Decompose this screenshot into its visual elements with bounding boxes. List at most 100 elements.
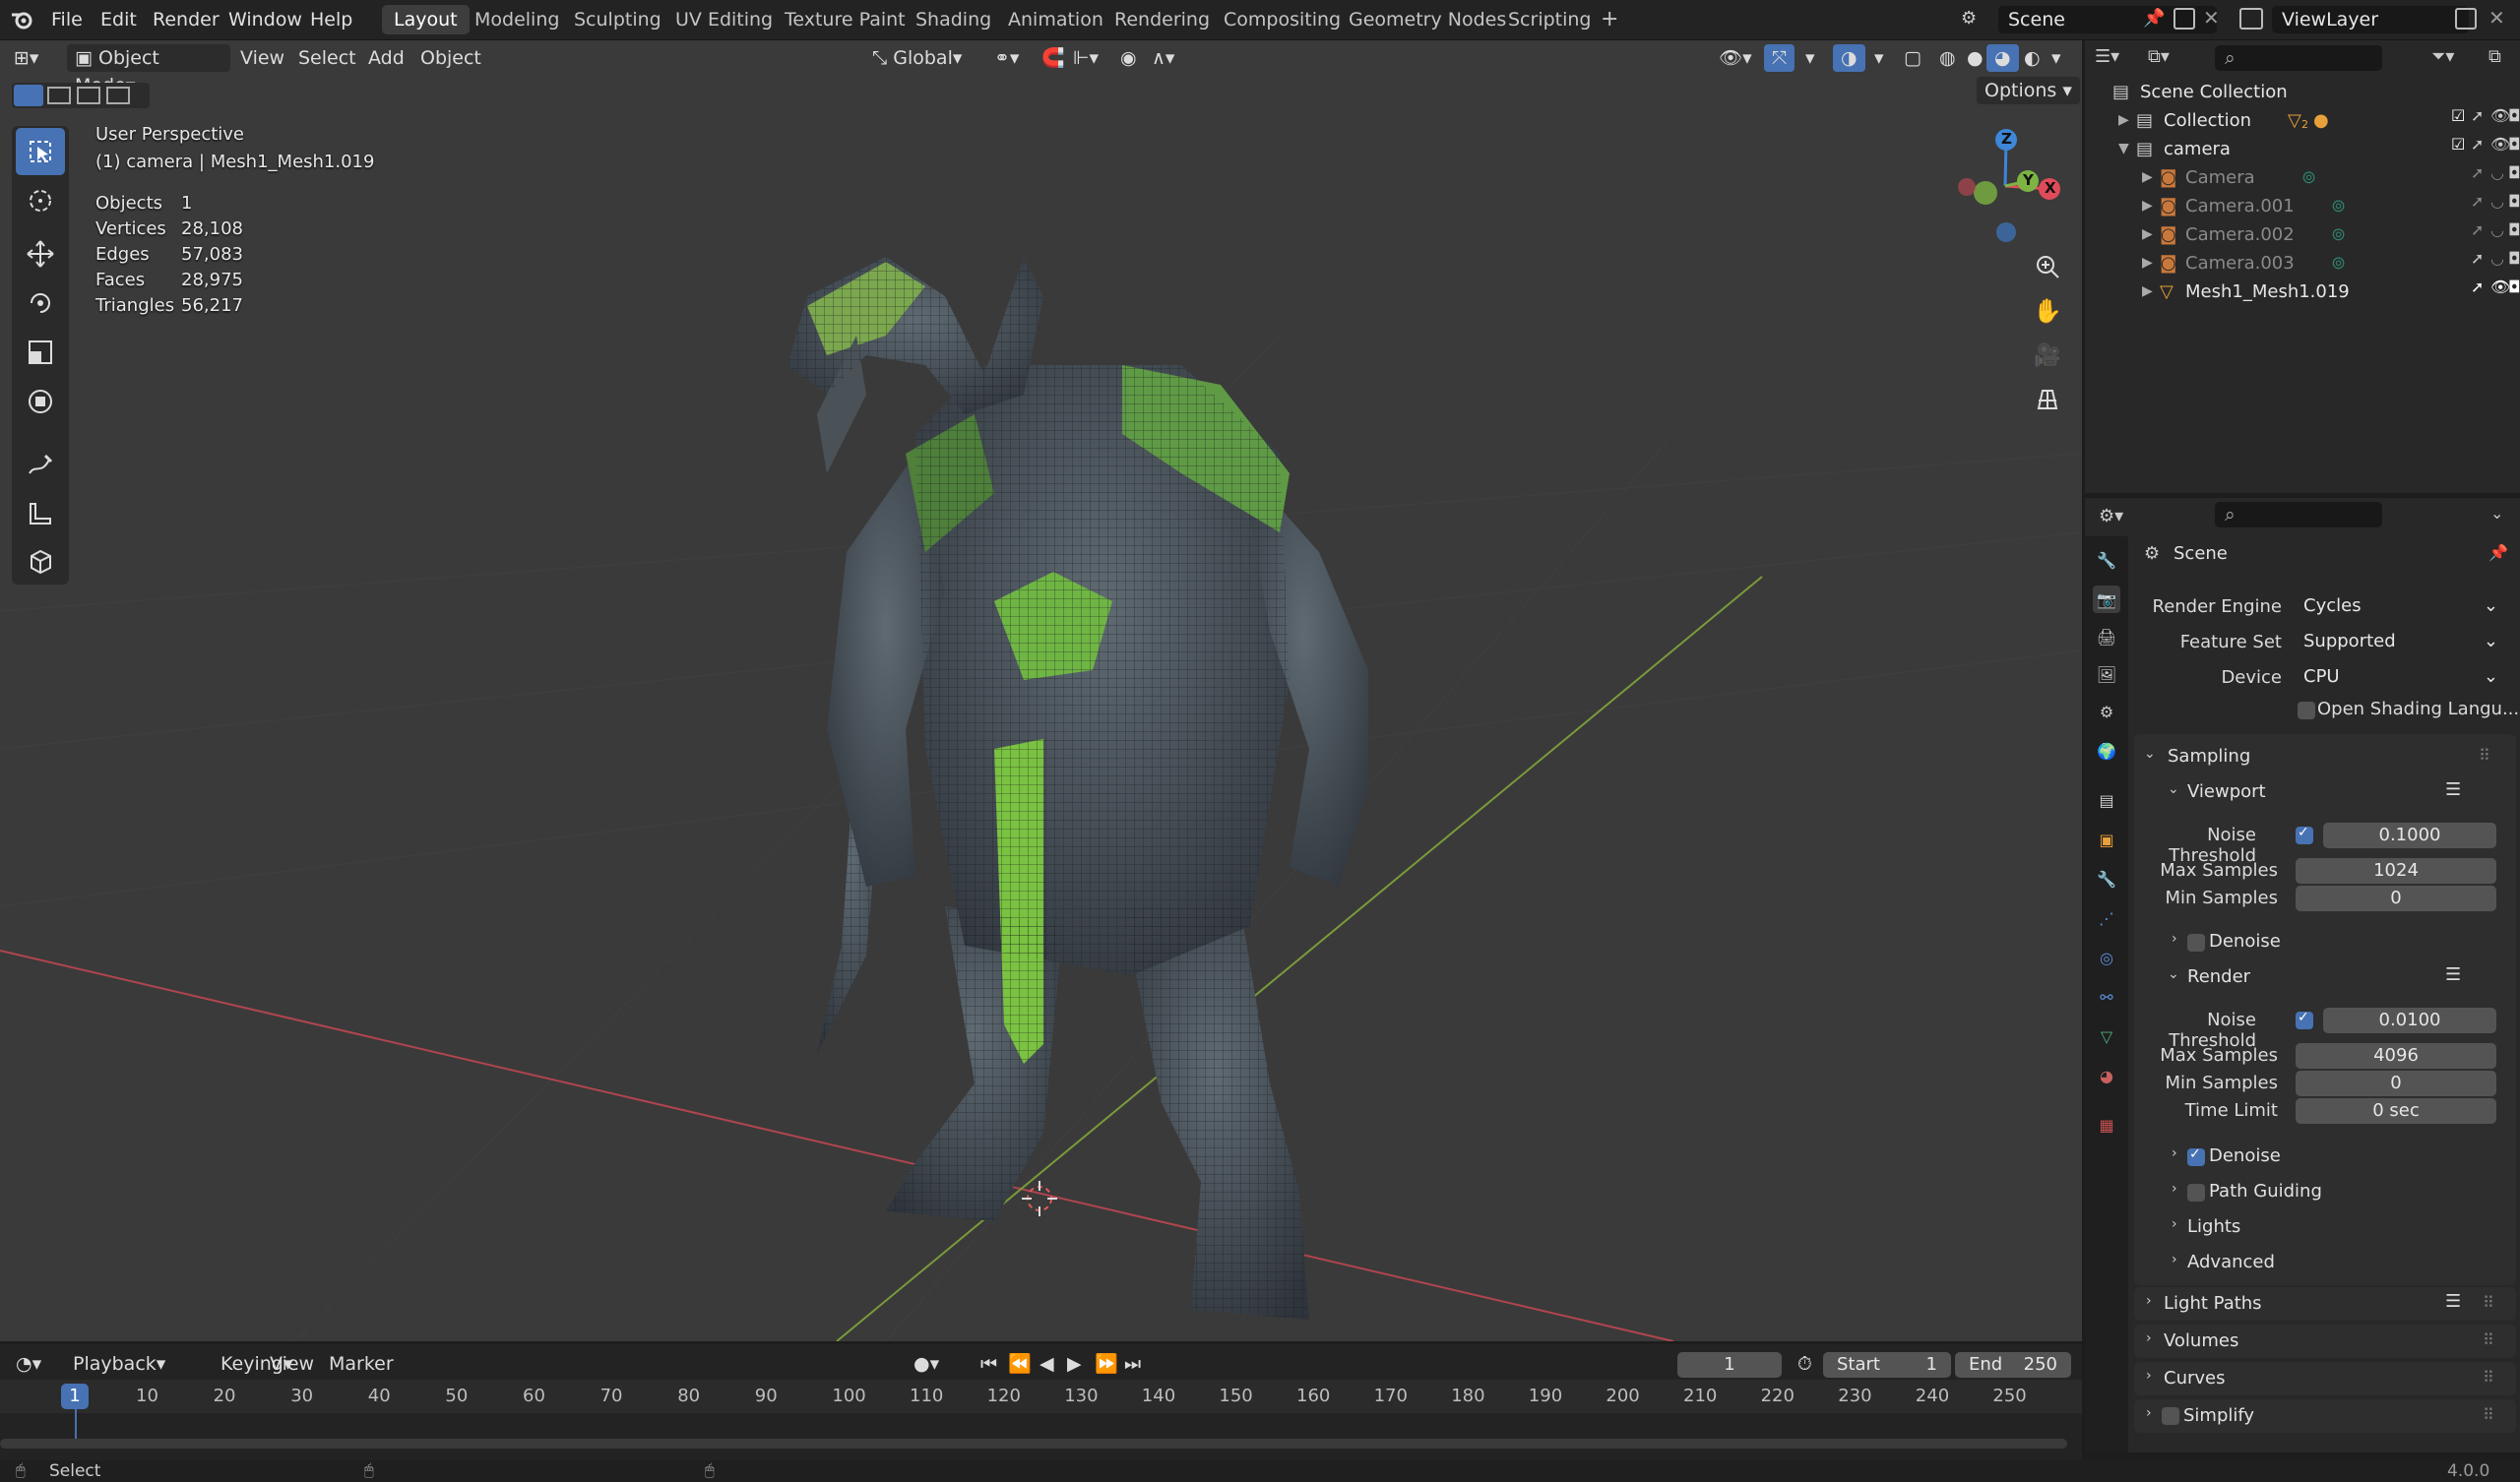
add-cube-tool-icon[interactable] — [16, 537, 65, 585]
visibility-icon[interactable]: 👁▾ — [1711, 44, 1760, 72]
editor-type-icon[interactable]: ⊞▾ — [6, 44, 46, 72]
menu-file[interactable]: File — [41, 0, 93, 39]
tab-layout[interactable]: Layout — [382, 5, 470, 34]
denoise-checkbox[interactable] — [2187, 934, 2205, 952]
expand-arrow-icon[interactable]: ▶ — [2118, 106, 2129, 135]
playhead-marker[interactable]: 1 — [61, 1384, 89, 1409]
outliner-row-mesh[interactable]: ▶ ▽ Mesh1_Mesh1.019 — [2085, 278, 2520, 306]
noise-threshold-field[interactable]: 0.1000 — [2323, 823, 2496, 848]
display-mode-icon[interactable]: ⧉▾ — [2148, 46, 2170, 67]
collection-tab-icon[interactable]: ▤ — [2093, 786, 2120, 814]
view-layer-icon[interactable] — [2239, 8, 2263, 30]
new-collection-icon[interactable]: ⧉ — [2488, 46, 2501, 67]
data-tab-icon[interactable]: ▽ — [2093, 1022, 2120, 1050]
checkbox-icon[interactable]: ☑ — [2451, 135, 2465, 154]
outliner-row-scene-collection[interactable]: ▤ Scene Collection — [2085, 78, 2520, 106]
outliner-row-camera-002[interactable]: ▶ ◙ Camera.002 ⊚ — [2085, 220, 2520, 249]
clock-icon[interactable]: ⏱ — [1790, 1350, 1820, 1378]
annotate-tool-icon[interactable] — [16, 441, 65, 488]
select-arrow-icon[interactable]: ➚ — [2471, 220, 2484, 239]
navigation-gizmo[interactable]: Z X Y — [1941, 122, 2069, 250]
select-arrow-icon[interactable]: ➚ — [2471, 106, 2484, 125]
chevron-down-icon[interactable]: ⌄ — [2490, 504, 2503, 523]
world-tab-icon[interactable]: 🌍 — [2093, 737, 2120, 765]
expand-arrow-icon[interactable]: › — [2172, 931, 2177, 947]
noise-threshold-field[interactable]: 0.0100 — [2323, 1008, 2496, 1033]
expand-arrow-icon[interactable]: ▶ — [2142, 192, 2153, 220]
collapse-arrow-icon[interactable]: ▼ — [2118, 135, 2129, 163]
drag-handle-icon[interactable]: ⠿ — [2483, 1405, 2494, 1424]
transform-orientation-dropdown[interactable]: ⤡ Global▾ — [864, 44, 970, 72]
view-layer-tab-icon[interactable]: 🖼 — [2093, 660, 2120, 688]
select-arrow-icon[interactable]: ➚ — [2471, 135, 2484, 154]
tab-texture-paint[interactable]: Texture Paint — [773, 5, 917, 34]
drag-handle-icon[interactable]: ⠿ — [2483, 1293, 2494, 1312]
gizmo-dropdown-icon[interactable]: ▾ — [1797, 44, 1823, 72]
menu-marker[interactable]: Marker — [321, 1350, 402, 1378]
menu-view[interactable]: View — [232, 44, 292, 72]
render-camera-icon[interactable]: ◘ — [2508, 135, 2520, 154]
current-frame-field[interactable]: 1 — [1677, 1352, 1782, 1378]
output-tab-icon[interactable]: 🖨 — [2093, 623, 2120, 650]
object-tab-icon[interactable]: ▣ — [2093, 826, 2120, 853]
close-icon[interactable]: ✕ — [2203, 6, 2220, 30]
expand-arrow-icon[interactable]: › — [2172, 1216, 2177, 1232]
record-button[interactable]: ●▾ — [906, 1350, 947, 1378]
filter-icon[interactable]: ⏷▾ — [2431, 46, 2454, 67]
render-camera-icon[interactable]: ◘ — [2508, 278, 2520, 296]
camera-view-icon[interactable]: 🎥 — [2028, 336, 2067, 375]
tab-geometry-nodes[interactable]: Geometry Nodes — [1337, 5, 1518, 34]
scale-tool-icon[interactable] — [16, 329, 65, 376]
min-samples-field[interactable]: 0 — [2296, 1071, 2496, 1096]
render-camera-icon[interactable]: ◘ — [2508, 163, 2520, 182]
feature-set-dropdown[interactable]: Supported ⌄ — [2292, 628, 2506, 655]
render-tab-icon[interactable]: 📷 — [2093, 586, 2120, 613]
render-camera-icon[interactable]: ◘ — [2508, 249, 2520, 268]
overlays-toggle-icon[interactable]: ◑ — [1833, 44, 1865, 72]
material-shading-icon[interactable]: ◕ — [1986, 44, 2019, 72]
path-guiding-label[interactable]: Path Guiding — [2209, 1181, 2322, 1202]
select-subtract-icon[interactable] — [77, 87, 100, 104]
tab-sculpting[interactable]: Sculpting — [562, 5, 673, 34]
falloff-icon[interactable]: ∧▾ — [1144, 44, 1182, 72]
perspective-toggle-icon[interactable] — [2028, 380, 2067, 419]
constraints-tab-icon[interactable]: ⚯ — [2093, 983, 2120, 1011]
menu-window[interactable]: Window — [219, 0, 312, 39]
menu-object[interactable]: Object — [412, 44, 489, 72]
collapse-arrow-icon[interactable]: ⌄ — [2168, 781, 2179, 797]
expand-arrow-icon[interactable]: ▶ — [2142, 249, 2153, 278]
material-tab-icon[interactable]: ◕ — [2093, 1062, 2120, 1089]
pivot-icon[interactable]: ⚭▾ — [986, 44, 1027, 72]
expand-arrow-icon[interactable]: › — [2172, 1181, 2177, 1197]
shading-dropdown-icon[interactable]: ▾ — [2044, 44, 2069, 72]
outliner-row-camera[interactable]: ▶ ◙ Camera ⊚ — [2085, 163, 2520, 192]
lights-subpanel-header[interactable]: Lights — [2187, 1216, 2240, 1237]
measure-tool-icon[interactable] — [16, 490, 65, 537]
scene-icon[interactable]: ⚙ — [1961, 8, 1988, 31]
render-camera-icon[interactable]: ◘ — [2508, 220, 2520, 239]
blender-logo-icon[interactable] — [10, 9, 33, 31]
outliner-row-camera-003[interactable]: ▶ ◙ Camera.003 ⊚ — [2085, 249, 2520, 278]
select-arrow-icon[interactable]: ➚ — [2471, 163, 2484, 182]
snap-target-icon[interactable]: ⊩▾ — [1065, 44, 1106, 72]
menu-edit[interactable]: Edit — [91, 0, 147, 39]
render-denoise-checkbox[interactable]: ✓ — [2187, 1146, 2205, 1166]
particles-tab-icon[interactable]: ⋰ — [2093, 904, 2120, 932]
end-frame-field[interactable]: End 250 — [1955, 1352, 2071, 1378]
properties-editor-icon[interactable]: ⚙▾ — [2099, 506, 2123, 526]
max-samples-field[interactable]: 1024 — [2296, 858, 2496, 884]
menu-render[interactable]: Render — [143, 0, 229, 39]
drag-handle-icon[interactable]: ⠿ — [2483, 1368, 2494, 1387]
render-camera-icon[interactable]: ◘ — [2508, 106, 2520, 125]
tab-modeling[interactable]: Modeling — [463, 5, 571, 34]
timeline-editor-icon[interactable]: ◔▾ — [8, 1350, 49, 1378]
eye-closed-icon[interactable]: ◡ — [2490, 220, 2504, 239]
tab-scripting[interactable]: Scripting — [1496, 5, 1604, 34]
tab-uv-editing[interactable]: UV Editing — [663, 5, 785, 34]
noise-threshold-checkbox[interactable]: ✓ — [2296, 825, 2313, 844]
overlays-dropdown-icon[interactable]: ▾ — [1866, 44, 1892, 72]
viewport-subpanel-header[interactable]: Viewport — [2187, 781, 2266, 802]
new-view-layer-icon[interactable] — [2455, 8, 2477, 30]
checkbox-icon[interactable]: ☑ — [2451, 106, 2465, 125]
start-frame-field[interactable]: Start 1 — [1823, 1352, 1951, 1378]
